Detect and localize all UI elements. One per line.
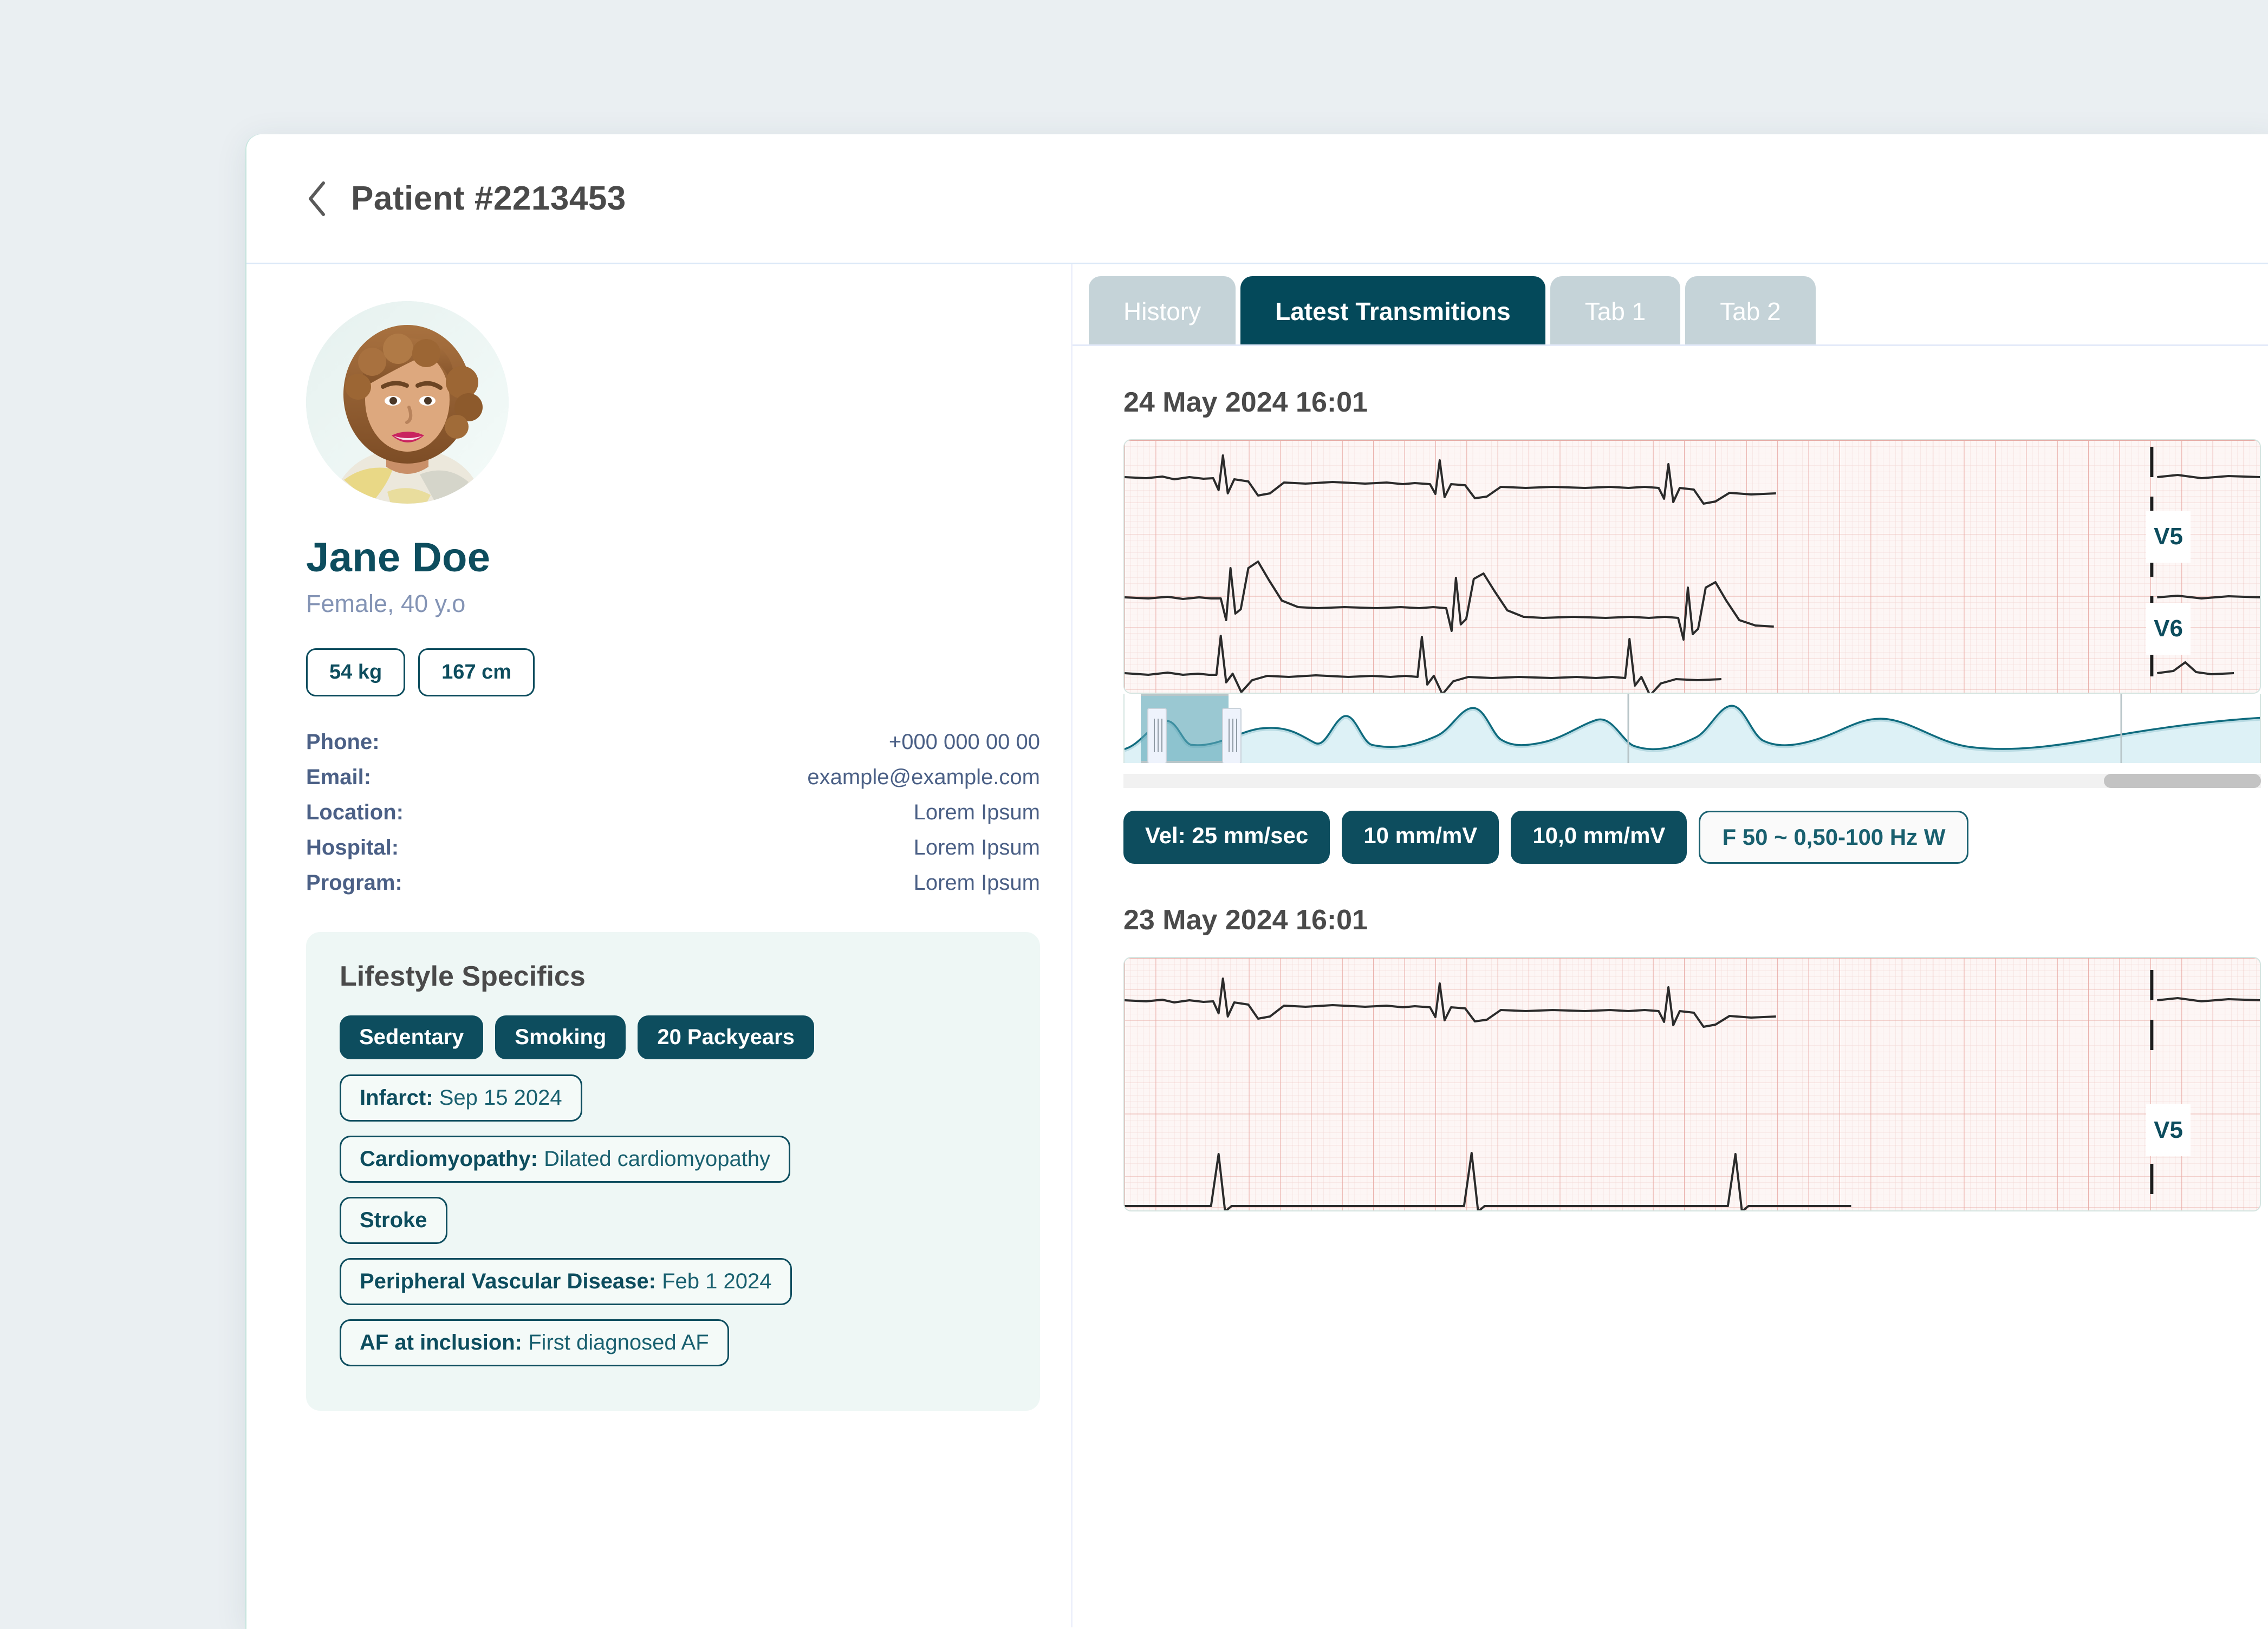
lifestyle-solid-tags: Sedentary Smoking 20 Packyears	[340, 1015, 1010, 1059]
condition-key: AF at inclusion:	[360, 1331, 522, 1354]
transmission-list: 24 May 2024 16:01 V5 V6 Vel: 25 mm/sec 1…	[1073, 386, 2268, 1211]
control-filter[interactable]: F 50 ~ 0,50-100 Hz W	[1699, 811, 1969, 864]
patient-demographics: Female, 40 y.o	[306, 590, 466, 617]
condition-tag-cardiomyopathy[interactable]: Cardiomyopathy: Dilated cardiomyopathy	[340, 1136, 791, 1183]
tab-bar: History Latest Transmitions Tab 1 Tab 2	[1073, 264, 2268, 346]
patient-info-panel: Jane Doe Female, 40 y.o 54 kg 167 cm Pho…	[246, 264, 1073, 1627]
page-title: Patient #2213453	[351, 180, 626, 217]
contact-label: Email:	[306, 765, 372, 789]
condition-key: Peripheral Vascular Disease:	[360, 1269, 656, 1293]
tab-latest-transmitions[interactable]: Latest Transmitions	[1240, 276, 1545, 344]
condition-value: Feb 1 2024	[662, 1269, 772, 1293]
contact-value: Lorem Ipsum	[913, 800, 1040, 824]
condition-key: Stroke	[360, 1208, 427, 1232]
ecg-strip[interactable]: V5 V6	[1123, 439, 2261, 694]
lifestyle-tag-smoking[interactable]: Smoking	[495, 1015, 626, 1059]
ecg-strip[interactable]: V5	[1123, 957, 2261, 1211]
ecg-controls: Vel: 25 mm/sec 10 mm/mV 10,0 mm/mV F 50 …	[1123, 811, 2268, 864]
contact-value: +000 000 00 00	[888, 730, 1040, 754]
lifestyle-outline-tags: Infarct: Sep 15 2024 Cardiomyopathy: Dil…	[340, 1074, 1010, 1380]
contact-row: Program: Lorem Ipsum	[306, 871, 1040, 895]
chevron-left-icon[interactable]	[298, 180, 336, 218]
contact-row: Location: Lorem Ipsum	[306, 800, 1040, 825]
lead-label-v5: V5	[2146, 511, 2191, 563]
minimap-selection[interactable]	[1141, 694, 1242, 763]
contact-label: Hospital:	[306, 836, 399, 859]
transmission-date: 23 May 2024 16:01	[1123, 904, 1368, 936]
weight-chip[interactable]: 54 kg	[306, 648, 406, 696]
condition-value: Sep 15 2024	[439, 1086, 562, 1110]
lead-label-v5: V5	[2146, 1104, 2191, 1156]
content-split: Jane Doe Female, 40 y.o 54 kg 167 cm Pho…	[246, 264, 2268, 1627]
tab-2[interactable]: Tab 2	[1685, 276, 1816, 344]
condition-tag-infarct[interactable]: Infarct: Sep 15 2024	[340, 1074, 582, 1122]
patient-metrics: 54 kg 167 cm	[306, 648, 1038, 696]
transmission-date: 24 May 2024 16:01	[1123, 387, 1368, 418]
patient-detail-card: Patient #2213453 Jane Doe Female, 40 y.o…	[246, 134, 2268, 1629]
contact-value: Lorem Ipsum	[913, 871, 1040, 895]
horizontal-scrollbar[interactable]	[1123, 774, 2261, 788]
lead-label-v6: V6	[2146, 603, 2191, 655]
lifestyle-title: Lifestyle Specifics	[340, 961, 586, 992]
contact-label: Location:	[306, 800, 404, 824]
page-header: Patient #2213453	[246, 134, 2268, 264]
condition-tag-pvd[interactable]: Peripheral Vascular Disease: Feb 1 2024	[340, 1258, 792, 1305]
tab-1[interactable]: Tab 1	[1550, 276, 1681, 344]
minimap-handle-left[interactable]	[1147, 708, 1167, 763]
lifestyle-tag-packyears[interactable]: 20 Packyears	[638, 1015, 814, 1059]
contact-row: Hospital: Lorem Ipsum	[306, 836, 1040, 860]
condition-value: Dilated cardiomyopathy	[544, 1147, 771, 1171]
condition-tag-stroke[interactable]: Stroke	[340, 1197, 447, 1244]
tab-history[interactable]: History	[1089, 276, 1236, 344]
patient-name: Jane Doe	[306, 535, 491, 581]
avatar	[306, 301, 509, 504]
contact-value: example@example.com	[807, 765, 1040, 789]
contact-label: Phone:	[306, 730, 380, 754]
condition-key: Infarct:	[360, 1086, 433, 1110]
contact-row: Phone: +000 000 00 00	[306, 730, 1040, 754]
scrollbar-thumb[interactable]	[2104, 774, 2261, 788]
lifestyle-specifics-card: Lifestyle Specifics Sedentary Smoking 20…	[306, 932, 1040, 1411]
ecg-minimap[interactable]	[1123, 694, 2261, 763]
contact-details: Phone: +000 000 00 00 Email: example@exa…	[306, 730, 1040, 895]
contact-label: Program:	[306, 871, 402, 895]
control-velocity[interactable]: Vel: 25 mm/sec	[1123, 811, 1330, 864]
lifestyle-tag-sedentary[interactable]: Sedentary	[340, 1015, 484, 1059]
minimap-handle-right[interactable]	[1222, 708, 1242, 763]
condition-key: Cardiomyopathy:	[360, 1147, 538, 1171]
control-gain[interactable]: 10 mm/mV	[1342, 811, 1499, 864]
control-gain-secondary[interactable]: 10,0 mm/mV	[1511, 811, 1687, 864]
contact-row: Email: example@example.com	[306, 765, 1040, 790]
transmissions-panel: History Latest Transmitions Tab 1 Tab 2 …	[1073, 264, 2268, 1627]
condition-value: First diagnosed AF	[528, 1331, 709, 1354]
contact-value: Lorem Ipsum	[913, 836, 1040, 859]
condition-tag-af[interactable]: AF at inclusion: First diagnosed AF	[340, 1319, 729, 1366]
height-chip[interactable]: 167 cm	[418, 648, 535, 696]
